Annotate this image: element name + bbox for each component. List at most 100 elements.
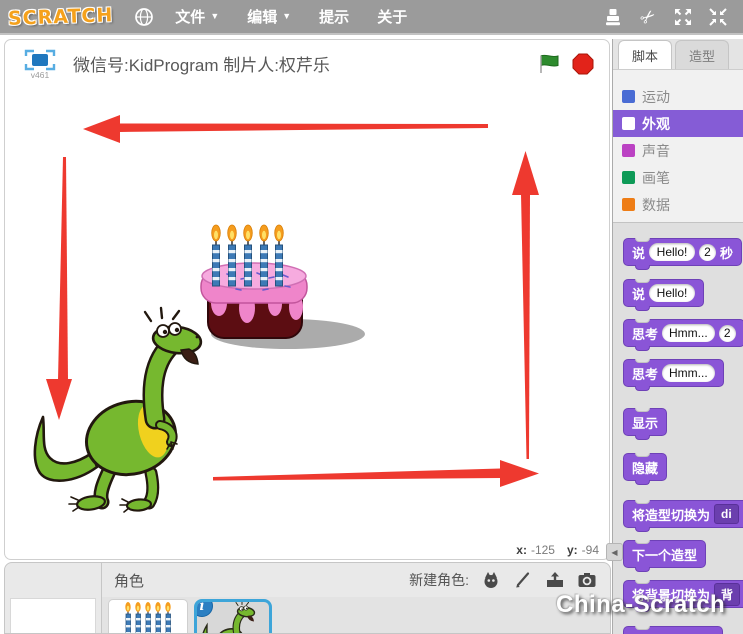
blocks-panel: 脚本 造型 运动 外观 声音 画笔 数据 xyxy=(612,39,743,634)
block-label: 显示 xyxy=(632,413,658,432)
y-label: y: xyxy=(567,543,578,557)
menu-item-label: 文件 xyxy=(175,6,205,27)
paintbrush-new-sprite-icon[interactable] xyxy=(512,570,534,590)
block-think[interactable]: 思考 Hmm... xyxy=(623,359,724,387)
category-looks[interactable]: 外观 xyxy=(613,110,743,137)
surprise-marks xyxy=(145,308,179,321)
category-data[interactable]: 数据 xyxy=(613,191,743,218)
block-text-input[interactable]: Hello! xyxy=(649,284,695,302)
stage-panel: v461 微信号:KidProgram 制片人:权芹乐 xyxy=(4,39,610,560)
block-next-costume[interactable]: 下一个造型 xyxy=(623,540,706,568)
x-label: x: xyxy=(516,543,527,557)
menu-item-label: 提示 xyxy=(319,6,349,27)
y-value: -94 xyxy=(582,543,599,557)
scratch-editor: SCRATCH 文件 ▼ 编辑 ▼ 提示 关于 xyxy=(0,0,743,634)
fullscreen-button[interactable]: v461 xyxy=(19,48,61,80)
block-dropdown[interactable]: 背 xyxy=(714,583,740,606)
category-label: 声音 xyxy=(642,141,670,161)
cake-sprite-thumbnail[interactable] xyxy=(108,599,188,634)
block-hide[interactable]: 隐藏 xyxy=(623,453,667,481)
sprite-list: i xyxy=(102,597,610,634)
block-label: 秒 xyxy=(720,243,733,262)
x-value: -125 xyxy=(531,543,555,557)
menu-items: 文件 ▼ 编辑 ▼ 提示 关于 xyxy=(175,6,407,27)
cake-sprite[interactable] xyxy=(201,225,365,349)
block-label: 将背景切换为 xyxy=(632,585,710,604)
block-label: 说 xyxy=(632,243,645,262)
looks-color-chip xyxy=(622,117,635,130)
block-number-input[interactable]: 2 xyxy=(719,325,736,342)
dinosaur-sprite-thumbnail-selected[interactable]: i xyxy=(194,599,272,634)
category-label: 外观 xyxy=(642,114,670,134)
new-sprite-label: 新建角色: xyxy=(409,570,469,590)
category-label: 运动 xyxy=(642,87,670,107)
category-pen[interactable]: 画笔 xyxy=(613,164,743,191)
block-label: 下一个造型 xyxy=(632,545,697,564)
menu-item-label: 编辑 xyxy=(247,6,277,27)
shrink-sprite-icon[interactable] xyxy=(707,6,729,28)
arrow-top-left xyxy=(83,115,488,143)
block-text-input[interactable]: Hello! xyxy=(649,243,695,261)
arrow-right-up xyxy=(512,151,539,459)
stage-resize-arrow[interactable]: ◀ xyxy=(606,543,623,561)
stage-thumbnail[interactable] xyxy=(10,598,96,634)
new-sprite-toolbar: 新建角色: xyxy=(409,570,598,590)
panel-tabs: 脚本 造型 xyxy=(613,39,743,70)
stage-header: v461 微信号:KidProgram 制片人:权芹乐 xyxy=(5,40,609,87)
sound-color-chip xyxy=(622,144,635,157)
block-label: 思考 xyxy=(632,324,658,343)
block-text-input[interactable]: Hmm... xyxy=(662,364,715,382)
block-switch-backdrop[interactable]: 将背景切换为 背 xyxy=(623,580,743,608)
arrow-bottom-right xyxy=(213,460,539,487)
menu-item-about[interactable]: 关于 xyxy=(377,6,407,27)
block-say-for-secs[interactable]: 说 Hello! 2 秒 xyxy=(623,238,742,266)
block-number-input[interactable]: 2 xyxy=(699,244,716,261)
tab-scripts[interactable]: 脚本 xyxy=(618,40,672,69)
tab-costumes[interactable]: 造型 xyxy=(675,40,729,69)
menu-item-tips[interactable]: 提示 xyxy=(319,6,349,27)
sprite-list-header: 角色 新建角色: xyxy=(102,563,610,597)
camera-sprite-icon[interactable] xyxy=(576,570,598,590)
sprites-title: 角色 xyxy=(114,570,144,591)
version-label: v461 xyxy=(31,70,49,80)
stop-button[interactable] xyxy=(571,52,595,76)
block-switch-costume[interactable]: 将造型切换为 di xyxy=(623,500,743,528)
category-label: 数据 xyxy=(642,195,670,215)
block-say[interactable]: 说 Hello! xyxy=(623,279,704,307)
scissors-delete-icon[interactable]: ✂ xyxy=(633,1,664,32)
block-text-input[interactable]: Hmm... xyxy=(662,324,715,342)
motion-color-chip xyxy=(622,90,635,103)
sprite-pane: 角色 新建角色: xyxy=(4,562,611,634)
stamp-duplicate-icon[interactable] xyxy=(602,6,624,28)
block-think-for-secs[interactable]: 思考 Hmm... 2 xyxy=(623,319,743,347)
caret-down-icon: ▼ xyxy=(282,12,291,21)
sprite-list-pane: 角色 新建角色: xyxy=(102,563,610,634)
green-flag-button[interactable] xyxy=(537,52,561,76)
globe-language-icon[interactable] xyxy=(133,6,155,28)
cursor-toolbar: ✂ xyxy=(602,6,729,28)
grow-sprite-icon[interactable] xyxy=(672,6,694,28)
block-show[interactable]: 显示 xyxy=(623,408,667,436)
stage-thumbnail-column xyxy=(5,563,102,634)
stage-canvas[interactable] xyxy=(5,87,609,544)
category-sound[interactable]: 声音 xyxy=(613,137,743,164)
upload-sprite-icon[interactable] xyxy=(544,570,566,590)
block-label: 思考 xyxy=(632,364,658,383)
block-partial-bottom[interactable] xyxy=(623,626,723,634)
block-dropdown[interactable]: di xyxy=(714,504,739,524)
sprite-library-icon[interactable] xyxy=(480,570,502,590)
block-label: 说 xyxy=(632,284,645,303)
block-categories: 运动 外观 声音 画笔 数据 xyxy=(613,70,743,222)
mouse-coordinates: x: -125 y: -94 xyxy=(5,543,609,557)
block-label: 将造型切换为 xyxy=(632,505,710,524)
menu-item-file[interactable]: 文件 ▼ xyxy=(175,6,219,27)
pen-color-chip xyxy=(622,171,635,184)
arrow-left-down xyxy=(46,157,72,420)
data-color-chip xyxy=(622,198,635,211)
block-palette: 说 Hello! 2 秒 说 Hello! 思考 Hmm... 2 思考 Hmm… xyxy=(613,222,743,634)
menu-bar: SCRATCH 文件 ▼ 编辑 ▼ 提示 关于 xyxy=(0,0,743,35)
category-motion[interactable]: 运动 xyxy=(613,83,743,110)
menu-item-edit[interactable]: 编辑 ▼ xyxy=(247,6,291,27)
menu-item-label: 关于 xyxy=(377,6,407,27)
caret-down-icon: ▼ xyxy=(210,12,219,21)
